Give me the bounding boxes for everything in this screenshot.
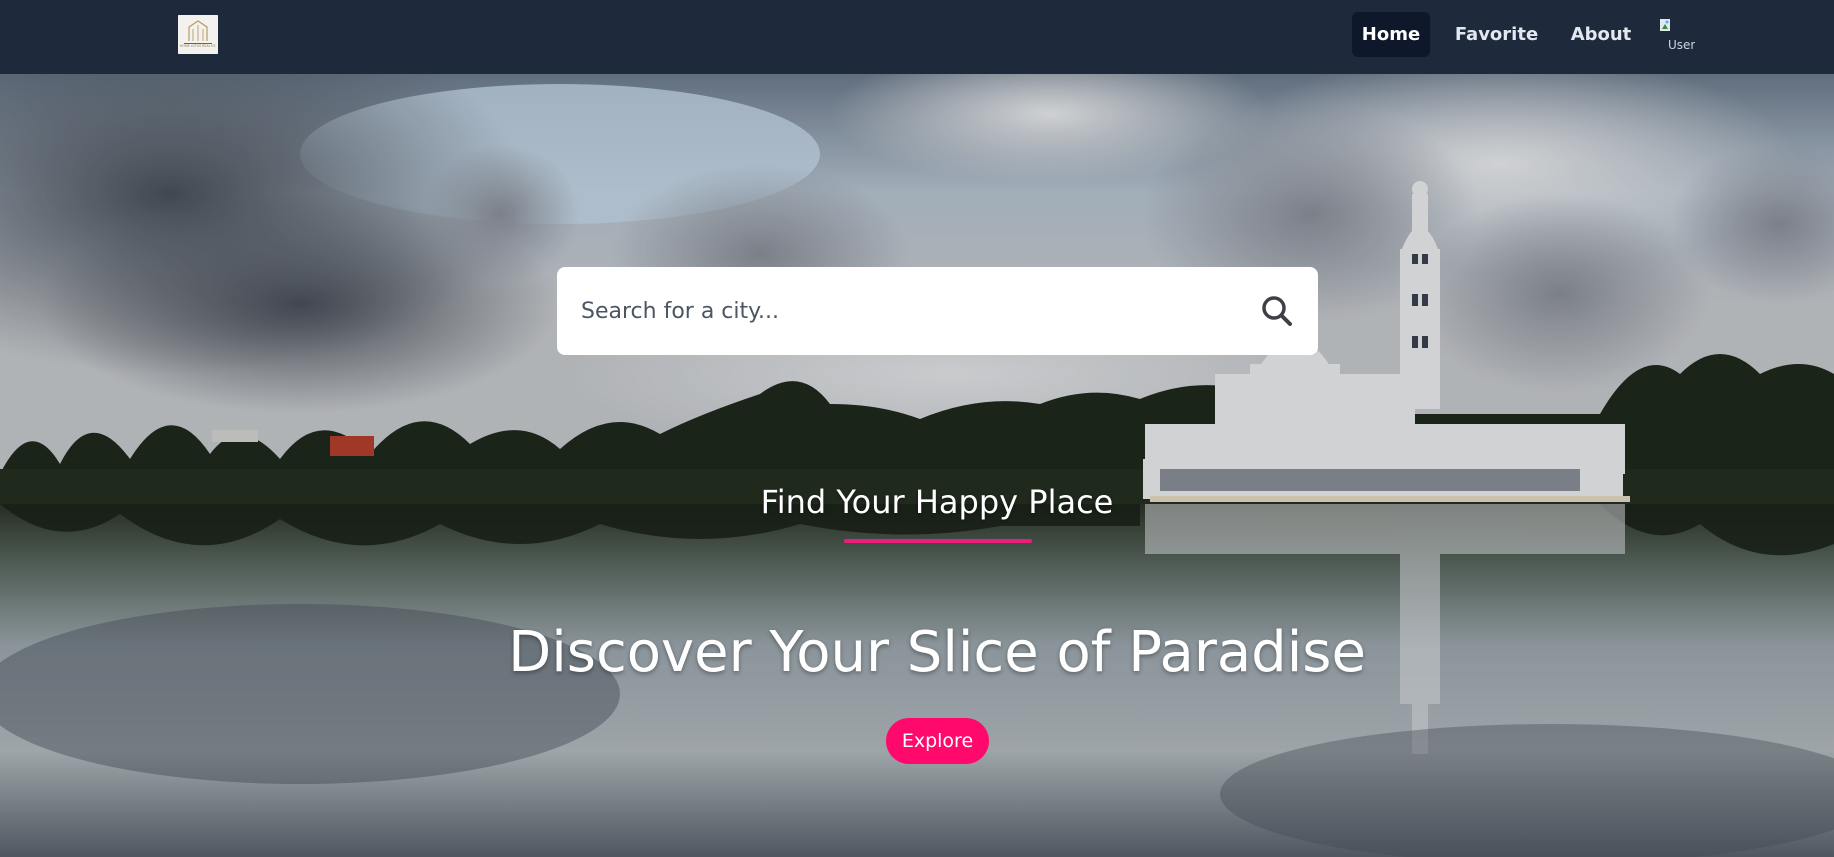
hero-tagline: Find Your Happy Place (760, 483, 1114, 521)
logo[interactable]: HOME LOTUS REAL ESTATE (178, 15, 218, 54)
user-avatar[interactable]: User (1658, 15, 1695, 53)
logo-icon (178, 15, 218, 54)
search-input[interactable] (581, 289, 1221, 333)
nav-link-favorite[interactable]: Favorite (1451, 12, 1542, 57)
search-icon[interactable] (1259, 293, 1295, 329)
navbar: HOME LOTUS REAL ESTATE Home Favorite Abo… (0, 0, 1834, 74)
hero-headline: Discover Your Slice of Paradise (508, 620, 1366, 685)
search-bar (557, 267, 1318, 355)
nav-link-about[interactable]: About (1562, 12, 1640, 57)
tagline-underline (844, 539, 1032, 543)
nav-link-home[interactable]: Home (1352, 12, 1430, 57)
avatar-alt-text: User (1668, 38, 1695, 52)
explore-button[interactable]: Explore (886, 718, 989, 764)
logo-caption: HOME LOTUS REAL ESTATE (180, 44, 216, 48)
